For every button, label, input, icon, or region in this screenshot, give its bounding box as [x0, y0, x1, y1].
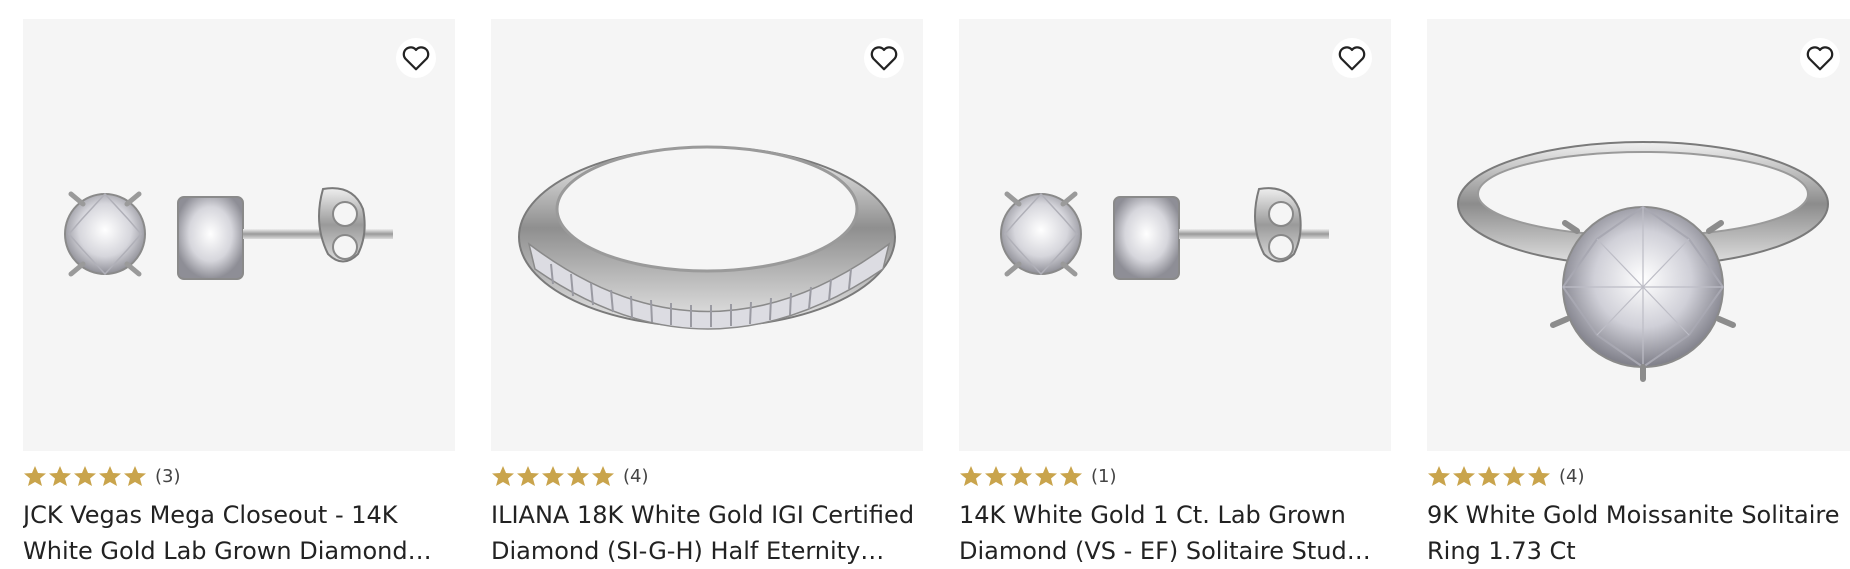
star-icon	[1428, 466, 1450, 486]
star-icon	[1060, 466, 1082, 486]
product-card[interactable]: (3) JCK Vegas Mega Closeout - 14K White …	[23, 19, 455, 569]
star-icon	[49, 466, 71, 486]
rating-stars	[23, 465, 147, 487]
product-image[interactable]	[959, 19, 1391, 451]
product-rating: (3)	[23, 463, 455, 489]
wishlist-button[interactable]	[864, 38, 904, 78]
product-rating: (4)	[491, 463, 923, 489]
rating-stars	[1427, 465, 1551, 487]
review-count: (3)	[155, 465, 181, 487]
star-icon	[592, 466, 614, 486]
product-image[interactable]	[1427, 19, 1850, 451]
product-grid: (3) JCK Vegas Mega Closeout - 14K White …	[0, 0, 1850, 569]
star-icon	[1528, 466, 1550, 486]
star-icon	[1035, 466, 1057, 486]
star-icon	[124, 466, 146, 486]
star-icon	[985, 466, 1007, 486]
wishlist-button[interactable]	[396, 38, 436, 78]
star-icon	[567, 466, 589, 486]
star-icon	[1010, 466, 1032, 486]
heart-icon	[870, 46, 898, 71]
star-icon	[542, 466, 564, 486]
stud-earrings-icon	[1000, 187, 1329, 280]
baguette-band-ring-icon	[518, 145, 896, 330]
heart-icon	[1806, 46, 1834, 71]
product-image[interactable]	[491, 19, 923, 451]
rating-stars	[491, 465, 615, 487]
star-icon	[24, 466, 46, 486]
review-count: (1)	[1091, 465, 1117, 487]
review-count: (4)	[1559, 465, 1585, 487]
product-image[interactable]	[23, 19, 455, 451]
wishlist-button[interactable]	[1800, 38, 1840, 78]
product-card[interactable]: (1) 14K White Gold 1 Ct. Lab Grown Diamo…	[959, 19, 1391, 569]
heart-icon	[1338, 46, 1366, 71]
product-title[interactable]: 14K White Gold 1 Ct. Lab Grown Diamond (…	[959, 497, 1391, 569]
star-icon	[74, 466, 96, 486]
rating-stars	[959, 465, 1083, 487]
stud-earrings-icon	[64, 187, 393, 280]
product-title[interactable]: JCK Vegas Mega Closeout - 14K White Gold…	[23, 497, 455, 569]
product-title[interactable]: 9K White Gold Moissanite Solitaire Ring …	[1427, 497, 1850, 569]
star-icon	[517, 466, 539, 486]
heart-icon	[402, 46, 430, 71]
star-icon	[99, 466, 121, 486]
product-rating: (4)	[1427, 463, 1850, 489]
review-count: (4)	[623, 465, 649, 487]
product-title[interactable]: ILIANA 18K White Gold IGI Certified Diam…	[491, 497, 923, 569]
product-rating: (1)	[959, 463, 1391, 489]
star-icon	[1503, 466, 1525, 486]
product-card[interactable]: (4) 9K White Gold Moissanite Solitaire R…	[1427, 19, 1850, 569]
solitaire-ring-icon	[1457, 141, 1829, 382]
star-icon	[1478, 466, 1500, 486]
wishlist-button[interactable]	[1332, 38, 1372, 78]
star-icon	[960, 466, 982, 486]
product-card[interactable]: (4) ILIANA 18K White Gold IGI Certified …	[491, 19, 923, 569]
star-icon	[1453, 466, 1475, 486]
star-icon	[492, 466, 514, 486]
